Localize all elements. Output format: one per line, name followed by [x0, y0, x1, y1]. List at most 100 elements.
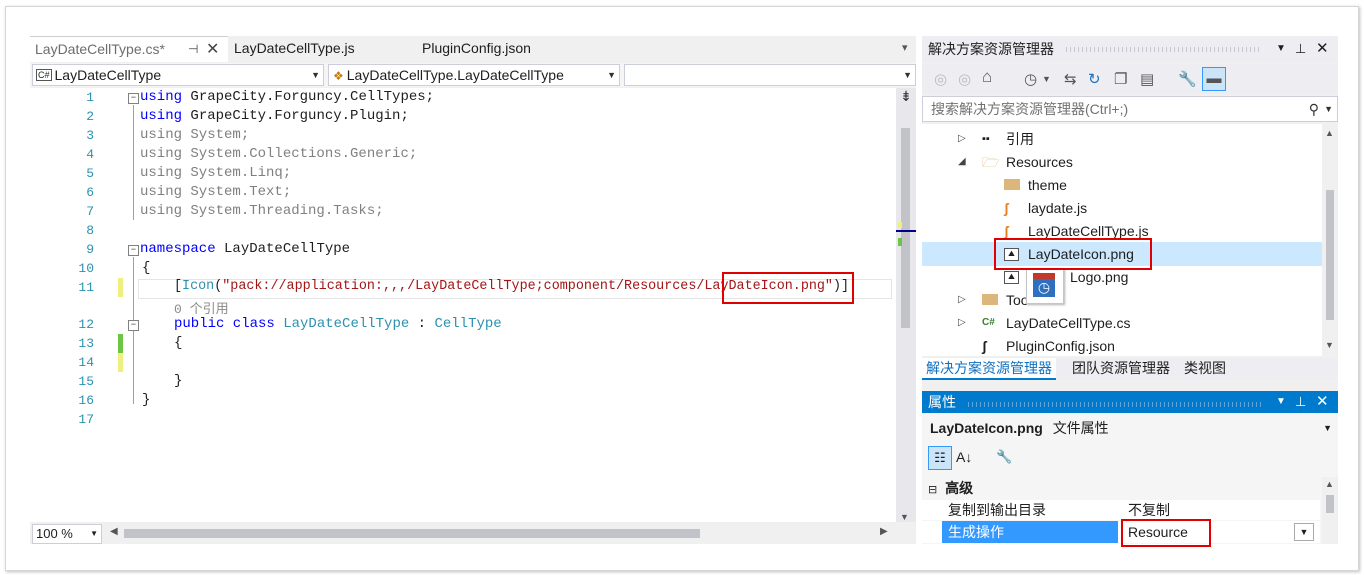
- categorized-icon[interactable]: ☷: [928, 446, 952, 470]
- collapse-icon[interactable]: ◢: [958, 151, 966, 173]
- zoom-combo[interactable]: 100 % ▼: [32, 524, 102, 544]
- collapse-icon[interactable]: −: [128, 320, 139, 331]
- code-line: }: [142, 392, 151, 408]
- member-combo[interactable]: ❖ LayDateCellType.LayDateCellType ▼: [328, 64, 620, 86]
- scrollbar-thumb[interactable]: [1326, 495, 1334, 513]
- caret-position-marker: [896, 230, 916, 232]
- line-number: 4: [86, 147, 94, 162]
- scroll-right-icon[interactable]: ▶: [880, 526, 888, 537]
- chevron-down-icon[interactable]: ▼: [1276, 391, 1286, 413]
- scroll-up-icon[interactable]: ▲: [1325, 479, 1334, 489]
- collapse-icon[interactable]: −: [128, 245, 139, 256]
- properties-scrollbar[interactable]: ▲: [1322, 477, 1338, 544]
- wrench-icon[interactable]: 🔧: [1178, 70, 1197, 88]
- properties-object-selector[interactable]: LayDateIcon.png 文件属性 ▼: [922, 414, 1338, 442]
- tab-overflow-icon[interactable]: ▾: [902, 36, 908, 61]
- tab-laydatecelltype-js[interactable]: LayDateCellType.js: [234, 36, 355, 61]
- explorer-bottom-tabs: 解决方案资源管理器 团队资源管理器 类视图: [922, 358, 1338, 380]
- class-member-icon: ❖: [333, 69, 344, 83]
- tab-laydatecelltype-cs[interactable]: LayDateCellType.cs* ⊣ ✕: [30, 36, 228, 62]
- sync-icon[interactable]: ⇆: [1064, 70, 1077, 88]
- scroll-down-icon[interactable]: ▼: [1325, 340, 1334, 350]
- preview-icon[interactable]: ▬: [1202, 67, 1226, 91]
- collapse-icon[interactable]: ⊟: [928, 484, 937, 496]
- wrench-icon[interactable]: 🔧: [996, 446, 1012, 468]
- search-placeholder: 搜索解决方案资源管理器(Ctrl+;): [931, 101, 1129, 117]
- properties-toolbar: ☷ A↓ 🔧: [922, 443, 1338, 471]
- close-icon[interactable]: ✕: [1316, 391, 1329, 413]
- vertical-scrollbar[interactable]: ⇟ ▼: [896, 88, 916, 522]
- tab-team-explorer[interactable]: 团队资源管理器: [1072, 358, 1170, 378]
- code-line: public class LayDateCellType : CellType: [174, 316, 502, 332]
- json-file-icon: ʃ: [982, 338, 987, 354]
- history-icon[interactable]: ◷: [1024, 70, 1037, 88]
- scrollbar-thumb[interactable]: [901, 128, 910, 328]
- drag-grip[interactable]: [968, 402, 1262, 407]
- class-combo[interactable]: C# LayDateCellType ▼: [32, 64, 324, 86]
- line-number: 3: [86, 128, 94, 143]
- refresh-icon[interactable]: ↻: [1088, 70, 1101, 88]
- collapse-all-icon[interactable]: ❐: [1114, 70, 1127, 88]
- reference-count[interactable]: 0 个引用: [174, 298, 229, 317]
- member-combo-value: LayDateCellType.LayDateCellType: [346, 67, 564, 83]
- chevron-down-icon: ▼: [1323, 423, 1332, 433]
- home-icon[interactable]: ⌂: [982, 67, 992, 87]
- change-marker: [118, 334, 123, 353]
- line-number: 10: [78, 261, 94, 276]
- expand-icon[interactable]: ▷: [958, 312, 966, 334]
- image-file-icon: ⛰: [1004, 271, 1019, 284]
- folder-open-icon: 🗁: [982, 154, 1000, 170]
- solution-explorer-toolbar: ◎ ◎ ⌂ ◷ ▼ ⇆ ↻ ❐ ▤ 🔧 ▬: [922, 64, 1338, 94]
- folder-icon: [982, 294, 998, 305]
- collapse-icon[interactable]: −: [128, 93, 139, 104]
- show-all-files-icon[interactable]: ▤: [1140, 70, 1154, 88]
- tree-scrollbar[interactable]: ▲ ▼: [1322, 124, 1338, 356]
- line-number: 12: [78, 317, 94, 332]
- horizontal-scrollbar-thumb[interactable]: [124, 529, 700, 538]
- code-line: using System;: [140, 127, 250, 143]
- js-file-icon: ʃ: [1004, 200, 1009, 216]
- code-line: namespace LayDateCellType: [140, 241, 351, 257]
- tab-label: LayDateCellType.js: [234, 40, 355, 56]
- tree-item-label: laydate.js: [1028, 200, 1088, 216]
- scroll-up-icon[interactable]: ▲: [1325, 128, 1334, 138]
- tab-pluginconfig-json[interactable]: PluginConfig.json: [422, 36, 531, 61]
- scroll-down-icon[interactable]: ▼: [900, 512, 909, 522]
- tree-item-label: LayDateCellType.cs: [1006, 315, 1131, 331]
- third-combo[interactable]: ▼: [624, 64, 916, 86]
- chevron-down-icon[interactable]: ▼: [1042, 74, 1051, 84]
- drag-grip[interactable]: [1066, 47, 1262, 52]
- pin-icon[interactable]: ⊣: [188, 37, 198, 62]
- close-icon[interactable]: ✕: [1316, 36, 1329, 62]
- line-number: 16: [78, 393, 94, 408]
- scroll-left-icon[interactable]: ◀: [110, 526, 118, 537]
- chevron-down-icon[interactable]: ▼: [1324, 97, 1333, 121]
- chevron-down-icon[interactable]: ▼: [1276, 36, 1286, 62]
- pin-icon[interactable]: ⊥: [1295, 391, 1306, 413]
- search-icon[interactable]: ⚲: [1309, 97, 1319, 121]
- change-marker: [118, 353, 123, 372]
- expand-icon[interactable]: ▷: [958, 128, 966, 150]
- property-row[interactable]: 复制到输出目录 不复制: [922, 500, 1320, 520]
- back-icon[interactable]: ◎: [934, 70, 947, 88]
- expand-icon[interactable]: ▷: [958, 289, 966, 311]
- chevron-down-icon: ▼: [903, 70, 912, 80]
- scrollbar-thumb[interactable]: [1326, 190, 1334, 320]
- tab-solution-explorer[interactable]: 解决方案资源管理器: [922, 358, 1056, 380]
- search-input[interactable]: 搜索解决方案资源管理器(Ctrl+;) ⚲ ▼: [922, 96, 1338, 122]
- code-editor: LayDateCellType.cs* ⊣ ✕ LayDateCellType.…: [30, 36, 916, 544]
- chevron-down-icon[interactable]: ▼: [1294, 523, 1314, 541]
- category-label: 高级: [945, 480, 974, 496]
- horizontal-bar: 100 % ▼ ◀ ▶: [30, 522, 916, 544]
- highlight-box-build-action: [1121, 519, 1211, 547]
- close-icon[interactable]: ✕: [206, 37, 219, 62]
- code-line: using System.Text;: [140, 184, 292, 200]
- split-icon[interactable]: ⇟: [896, 88, 916, 106]
- code-area[interactable]: 1 2 3 4 5 6 7 8 9 10 11 12 13 14 15 16 1…: [30, 88, 896, 522]
- sort-alpha-icon[interactable]: A↓: [956, 446, 972, 468]
- pin-icon[interactable]: ⊥: [1295, 36, 1306, 62]
- tab-class-view[interactable]: 类视图: [1184, 358, 1226, 378]
- forward-icon[interactable]: ◎: [958, 70, 971, 88]
- property-category[interactable]: ⊟ 高级: [922, 477, 1322, 499]
- line-number: 17: [78, 412, 94, 427]
